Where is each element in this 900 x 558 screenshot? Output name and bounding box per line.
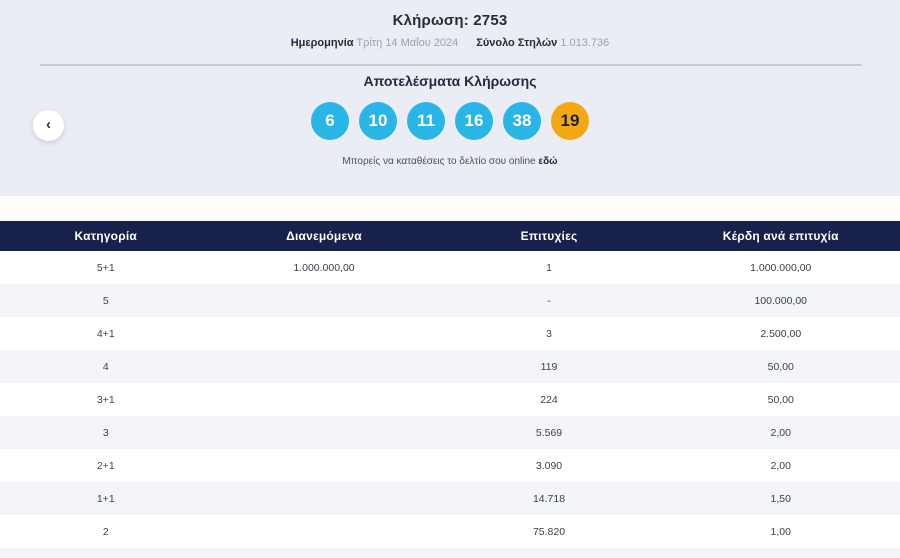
online-note: Μπορείς να καταθέσεις το δελτίο σου onli…	[0, 156, 900, 167]
column-header-winners: Επιτυχίες	[436, 221, 662, 251]
prize-cell: 1,00	[661, 515, 900, 548]
table-row: 2+1 3.090 2,00	[0, 449, 900, 482]
category-cell: 3+1	[0, 383, 212, 416]
category-cell: 2	[0, 515, 212, 548]
draw-meta: Ημερομηνία Τρίτη 14 Μαΐου 2024 Σύνολο Στη…	[0, 37, 900, 49]
distributed-cell	[211, 350, 437, 383]
winning-numbers: 6 10 11 16 38 19	[0, 101, 900, 141]
total-columns: Σύνολο Στηλών 1.013.736	[476, 37, 609, 49]
chevron-left-icon: ‹	[46, 116, 51, 133]
distributed-cell	[211, 449, 437, 482]
winners-cell: -	[436, 284, 662, 317]
number-ball: 38	[503, 102, 541, 140]
total-columns-label: Σύνολο Στηλών	[476, 37, 558, 49]
winners-cell: 3.090	[436, 449, 662, 482]
carousel-prev-button[interactable]: ‹	[33, 110, 64, 141]
winners-cell: 3	[436, 317, 662, 350]
next-row-peek	[0, 548, 900, 558]
prize-cell: 1,50	[661, 482, 900, 515]
column-header-category: Κατηγορία	[0, 221, 212, 251]
online-note-text: Μπορείς να καταθέσεις το δελτίο σου onli…	[342, 156, 536, 167]
column-header-distributed: Διανεμόμενα	[211, 221, 437, 251]
draw-date-value: Τρίτη 14 Μαΐου 2024	[356, 37, 459, 49]
joker-ball: 19	[551, 102, 589, 140]
table-row: 1+1 14.718 1,50	[0, 482, 900, 515]
category-cell: 3	[0, 416, 212, 449]
prize-cell: 2,00	[661, 449, 900, 482]
category-cell: 1+1	[0, 482, 212, 515]
category-cell: 4+1	[0, 317, 212, 350]
distributed-cell	[211, 515, 437, 548]
online-note-link[interactable]: εδώ	[538, 156, 557, 167]
distributed-cell	[211, 482, 437, 515]
prize-cell: 100.000,00	[661, 284, 900, 317]
winners-cell: 75.820	[436, 515, 662, 548]
table-row: 2 75.820 1,00	[0, 515, 900, 548]
prizes-table: Κατηγορία Διανεμόμενα Επιτυχίες Κέρδη αν…	[0, 221, 900, 548]
divider	[40, 64, 862, 66]
winners-cell: 5.569	[436, 416, 662, 449]
prize-cell: 50,00	[661, 383, 900, 416]
distributed-cell	[211, 284, 437, 317]
column-header-prize: Κέρδη ανά επιτυχία	[661, 221, 900, 251]
table-row: 3+1 224 50,00	[0, 383, 900, 416]
section-gap	[0, 196, 900, 221]
draw-summary-section: Κλήρωση: 2753 Ημερομηνία Τρίτη 14 Μαΐου …	[0, 0, 900, 196]
table-row: 5 - 100.000,00	[0, 284, 900, 317]
winners-cell: 119	[436, 350, 662, 383]
draw-date: Ημερομηνία Τρίτη 14 Μαΐου 2024	[291, 37, 459, 49]
distributed-cell	[211, 317, 437, 350]
category-cell: 4	[0, 350, 212, 383]
winners-cell: 224	[436, 383, 662, 416]
category-cell: 5	[0, 284, 212, 317]
number-ball: 10	[359, 102, 397, 140]
prize-cell: 1.000.000,00	[661, 251, 900, 284]
number-ball: 11	[407, 102, 445, 140]
prize-cell: 2,00	[661, 416, 900, 449]
prize-cell: 2.500,00	[661, 317, 900, 350]
winners-cell: 14.718	[436, 482, 662, 515]
total-columns-value: 1.013.736	[560, 37, 610, 49]
winners-cell: 1	[436, 251, 662, 284]
table-header-row: Κατηγορία Διανεμόμενα Επιτυχίες Κέρδη αν…	[0, 221, 900, 251]
number-ball: 16	[455, 102, 493, 140]
category-cell: 5+1	[0, 251, 212, 284]
number-ball: 6	[311, 102, 349, 140]
table-row: 3 5.569 2,00	[0, 416, 900, 449]
prize-cell: 50,00	[661, 350, 900, 383]
table-row: 4+1 3 2.500,00	[0, 317, 900, 350]
draw-date-label: Ημερομηνία	[290, 37, 354, 49]
distributed-cell: 1.000.000,00	[211, 251, 437, 284]
table-row: 4 119 50,00	[0, 350, 900, 383]
table-row: 5+1 1.000.000,00 1 1.000.000,00	[0, 251, 900, 284]
distributed-cell	[211, 383, 437, 416]
draw-title: Κλήρωση: 2753	[392, 12, 508, 29]
results-title: Αποτελέσματα Κλήρωσης	[363, 73, 537, 89]
category-cell: 2+1	[0, 449, 212, 482]
distributed-cell	[211, 416, 437, 449]
